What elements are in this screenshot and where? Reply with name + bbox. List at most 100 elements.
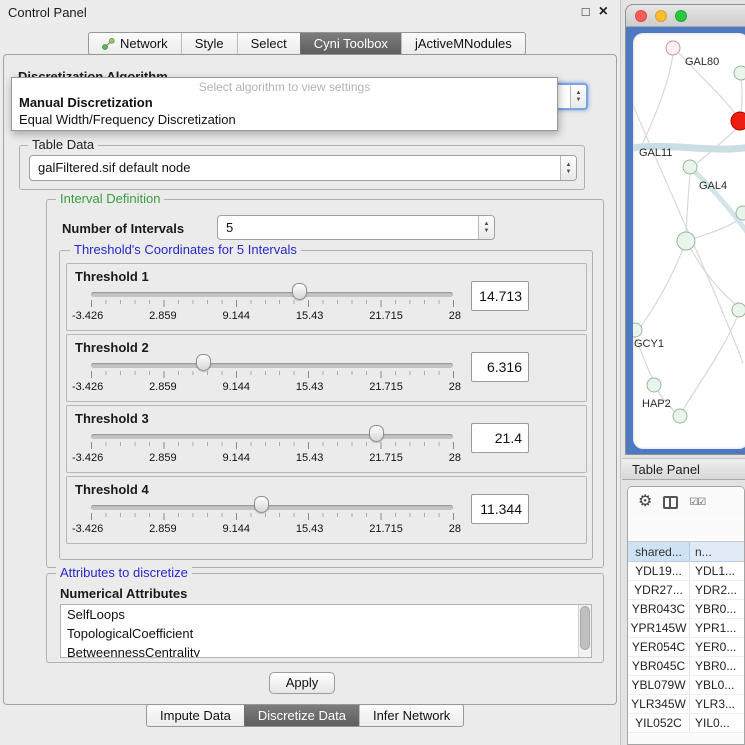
slider-thumb[interactable] (196, 354, 211, 371)
network-node-green[interactable] (633, 323, 642, 337)
network-node-green[interactable] (673, 409, 687, 423)
network-node-green[interactable] (734, 66, 745, 80)
table-row[interactable]: YER054CYER0... (628, 638, 744, 657)
scrollbar-thumb[interactable] (580, 606, 590, 650)
float-panel-icon[interactable]: □ (582, 4, 590, 19)
table-cell[interactable]: YIL0... (690, 714, 744, 732)
tab-style[interactable]: Style (181, 33, 237, 54)
tab-jactivemnodules[interactable]: jActiveMNodules (401, 33, 525, 54)
table-cell[interactable]: YBL079W (628, 676, 690, 694)
table-row[interactable]: YDR27...YDR2... (628, 581, 744, 600)
network-edge[interactable] (633, 91, 743, 363)
network-window-titlebar[interactable] (626, 5, 745, 27)
table-cell[interactable]: YPR1... (690, 619, 744, 637)
scale-tick-label: 2.859 (149, 310, 177, 322)
combobox-stepper-icon: ▲▼ (478, 216, 494, 239)
attribute-list-item[interactable]: BetweennessCentrality (61, 643, 591, 658)
network-edge[interactable] (638, 249, 683, 329)
slider-track[interactable] (91, 292, 453, 297)
tab-infer-network[interactable]: Infer Network (359, 705, 463, 726)
tab-network[interactable]: Network (89, 33, 181, 54)
slider-thumb[interactable] (292, 283, 307, 300)
network-graph[interactable]: GAL80GAL11GAL4GCY1HAP2 (633, 33, 745, 449)
slider-thumb[interactable] (254, 496, 269, 513)
network-node-green[interactable] (683, 160, 697, 174)
table-row[interactable]: YLR345WYLR3... (628, 695, 744, 714)
table-cell[interactable]: YLR3... (690, 695, 744, 713)
network-edge[interactable] (640, 55, 673, 149)
table-cell[interactable]: YLR345W (628, 695, 690, 713)
network-canvas[interactable]: GAL80GAL11GAL4GCY1HAP2 (633, 33, 745, 449)
table-data-combobox[interactable]: galFiltered.sif default node ▲▼ (29, 155, 577, 181)
slider-thumb[interactable] (369, 425, 384, 442)
table-cell[interactable]: YPR145W (628, 619, 690, 637)
minimize-traffic-light-icon[interactable] (655, 10, 667, 22)
table-cell[interactable]: YBR0... (690, 600, 744, 618)
table-cell[interactable]: YBR043C (628, 600, 690, 618)
network-edge[interactable] (691, 249, 736, 305)
table-data-group: Table Data galFiltered.sif default node … (19, 145, 585, 190)
numerical-attributes-list[interactable]: SelfLoopsTopologicalCoefficientBetweenne… (60, 604, 592, 658)
table-cell[interactable]: YER0... (690, 638, 744, 656)
threshold-box: Threshold 3 -3.4262.8599.14415.4321.7152… (66, 405, 587, 473)
column-header-shared[interactable]: shared... (628, 542, 690, 561)
threshold-value-field[interactable]: 14.713 (471, 281, 529, 311)
tab-select[interactable]: Select (237, 33, 300, 54)
scale-tick-label: 28 (449, 310, 461, 322)
panel-tab-bar: NetworkStyleSelectCyni ToolboxjActiveMNo… (88, 32, 526, 55)
network-node-green[interactable] (732, 303, 745, 317)
slider-track[interactable] (91, 505, 453, 510)
table-row[interactable]: YBL079WYBL0... (628, 676, 744, 695)
tab-cyni-toolbox[interactable]: Cyni Toolbox (300, 33, 401, 54)
threshold-box: Threshold 4 -3.4262.8599.14415.4321.7152… (66, 476, 587, 544)
network-edge[interactable] (693, 219, 740, 239)
network-edge[interactable] (741, 80, 742, 112)
table-cell[interactable]: YDR2... (690, 581, 744, 599)
dropdown-option-equal-width-frequency[interactable]: Equal Width/Frequency Discretization (12, 111, 557, 128)
table-row[interactable]: YPR145WYPR1... (628, 619, 744, 638)
threshold-value-field[interactable]: 6.316 (471, 352, 529, 382)
table-cell[interactable]: YDL19... (628, 562, 690, 580)
network-node-green[interactable] (647, 378, 661, 392)
tab-impute-data[interactable]: Impute Data (147, 705, 244, 726)
table-row[interactable]: YDL19...YDL1... (628, 562, 744, 581)
apply-button[interactable]: Apply (269, 672, 335, 694)
network-node-pink[interactable] (666, 41, 680, 55)
table-cell[interactable]: YBL0... (690, 676, 744, 694)
attribute-list-item[interactable]: SelfLoops (61, 605, 591, 624)
slider-tick-marks (91, 371, 454, 378)
table-toolbar: ⚙ ☑☑ (628, 487, 744, 517)
slider-track[interactable] (91, 363, 453, 368)
close-panel-icon[interactable]: × (599, 5, 608, 19)
select-checkboxes-icon[interactable]: ☑☑ (689, 497, 705, 508)
number-of-intervals-combobox[interactable]: 5 ▲▼ (217, 215, 495, 240)
column-selector-icon[interactable] (663, 496, 678, 509)
table-cell[interactable]: YBR045C (628, 657, 690, 675)
zoom-traffic-light-icon[interactable] (675, 10, 687, 22)
tab-discretize-data[interactable]: Discretize Data (244, 705, 359, 726)
table-row[interactable]: YBR045CYBR0... (628, 657, 744, 676)
threshold-value-field[interactable]: 11.344 (471, 494, 529, 524)
threshold-value-field[interactable]: 21.4 (471, 423, 529, 453)
attribute-list-item[interactable]: TopologicalCoefficient (61, 624, 591, 643)
network-node-green[interactable] (677, 232, 695, 250)
table-cell[interactable]: YIL052C (628, 714, 690, 732)
table-cell[interactable]: YER054C (628, 638, 690, 656)
combobox-stepper-icon: ▲▼ (560, 156, 576, 180)
network-node-green[interactable] (736, 206, 745, 220)
slider-track[interactable] (91, 434, 453, 439)
network-node-red[interactable] (731, 112, 745, 130)
settings-gear-icon[interactable]: ⚙ (638, 494, 652, 510)
table-row[interactable]: YIL052CYIL0... (628, 714, 744, 733)
table-row[interactable]: YBR043CYBR0... (628, 600, 744, 619)
network-edge[interactable] (686, 174, 690, 232)
table-cell[interactable]: YDL1... (690, 562, 744, 580)
table-cell[interactable]: YDR27... (628, 581, 690, 599)
table-cell[interactable]: YBR0... (690, 657, 744, 675)
close-traffic-light-icon[interactable] (635, 10, 647, 22)
network-edge[interactable] (683, 317, 737, 410)
table-panel-header[interactable]: Table Panel (622, 458, 745, 480)
dropdown-option-manual-discretization[interactable]: Manual Discretization (12, 94, 557, 111)
column-header-name[interactable]: n... (690, 542, 744, 561)
list-scrollbar[interactable] (578, 605, 591, 657)
